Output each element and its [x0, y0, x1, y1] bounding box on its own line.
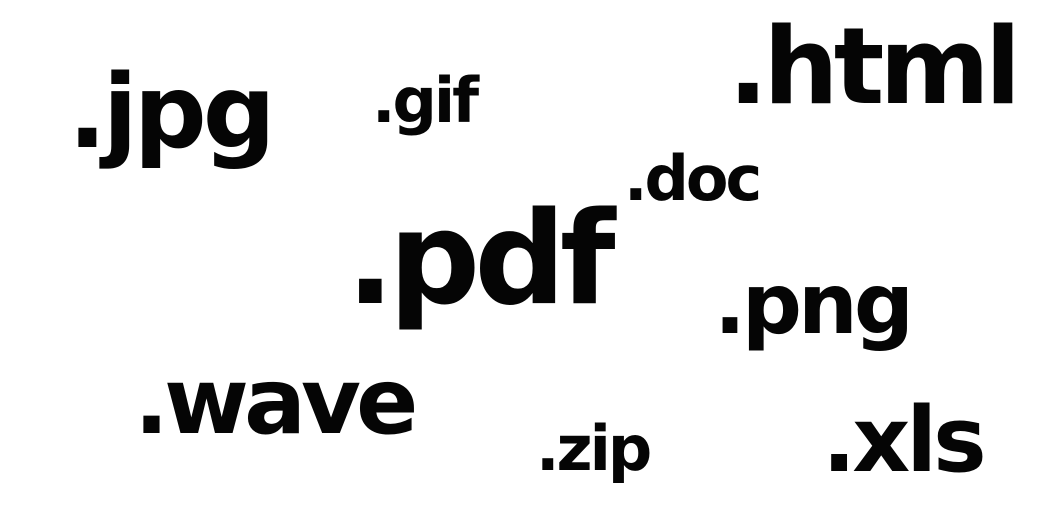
extension-html-label: .html — [728, 5, 1021, 128]
extension-jpg-label: .jpg — [68, 53, 276, 172]
extension-png-label: .png — [714, 255, 914, 353]
extension-xls-label: .xls — [822, 388, 987, 493]
extension-pdf-label: .pdf — [346, 185, 616, 334]
extension-wave-label: .wave — [134, 348, 418, 455]
extension-zip-label: .zip — [536, 412, 652, 485]
extension-doc-label: .doc — [624, 142, 762, 215]
extension-gif-label: .gif — [372, 64, 479, 137]
